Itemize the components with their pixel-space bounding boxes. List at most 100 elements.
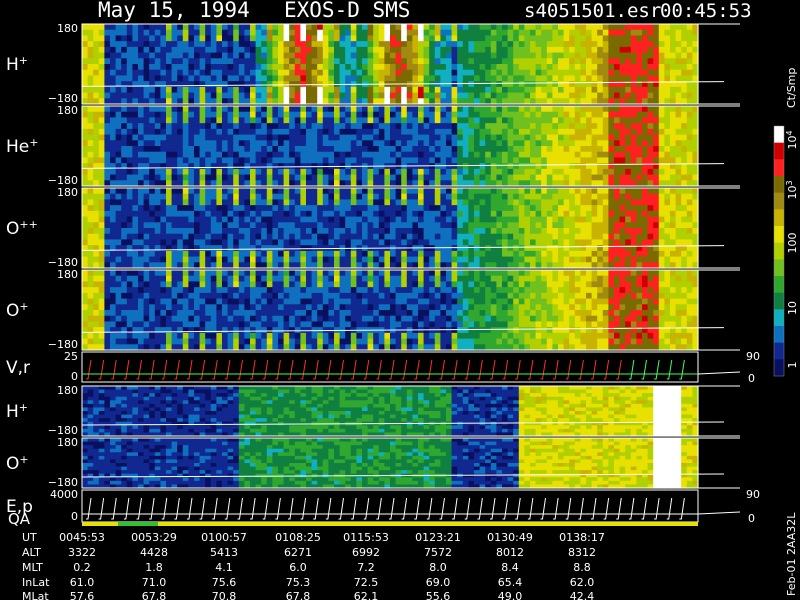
footer-row-label: MLT xyxy=(22,561,43,574)
colorbar-segment xyxy=(774,209,784,227)
colorbar-segment xyxy=(774,176,784,194)
footer-cell: 0100:57 xyxy=(201,531,247,544)
panel-4 xyxy=(81,269,740,351)
panel-label-4: O+ xyxy=(6,300,29,322)
footer-cell: 0.2 xyxy=(73,561,91,574)
footer-row-label: InLat xyxy=(22,576,50,589)
colorbar-unit: Ct/Smp xyxy=(785,68,798,108)
colorbar-segment xyxy=(774,226,784,244)
footer-row-label: UT xyxy=(22,531,37,544)
colorbar-segment xyxy=(774,276,784,294)
footer-cell: 67.8 xyxy=(142,590,167,600)
colorbar-tick: 103 xyxy=(785,180,800,199)
panel-6 xyxy=(81,385,740,437)
panel-label-2: He+ xyxy=(6,136,38,158)
colorbar-segment xyxy=(774,342,784,360)
panel-1 xyxy=(81,23,740,105)
y-bot-8: 0 xyxy=(71,510,78,523)
footer-cell: 8.0 xyxy=(429,561,447,574)
y-top-6: 180 xyxy=(57,384,78,397)
footer-cell: 4428 xyxy=(140,546,168,559)
colorbar-tick: 104 xyxy=(785,130,800,149)
footer-cell: 8.4 xyxy=(501,561,519,574)
footer-cell: 7.2 xyxy=(357,561,375,574)
header-file: s4051501.esr xyxy=(524,0,661,22)
footer-cell: 61.0 xyxy=(70,576,95,589)
y-bot-5: 0 xyxy=(71,370,78,383)
footer-cell: 62.1 xyxy=(354,590,379,600)
header-time: 00:45:53 xyxy=(660,0,752,22)
y-top-4: 180 xyxy=(57,268,78,281)
colorbar-tick: 1 xyxy=(786,362,799,369)
footer-cell: 49.0 xyxy=(498,590,523,600)
footer-cell: 3322 xyxy=(68,546,96,559)
y-top-2: 180 xyxy=(57,104,78,117)
panel-label-7: O+ xyxy=(6,453,29,475)
footer-cell: 5413 xyxy=(210,546,238,559)
footer-row-label: ALT xyxy=(22,546,41,559)
colorbar-segment xyxy=(774,142,784,160)
y-top-8: 4000 xyxy=(50,488,78,501)
footer-cell: 0123:21 xyxy=(415,531,461,544)
footer-cell: 6992 xyxy=(352,546,380,559)
footer-cell: 62.0 xyxy=(570,576,595,589)
footer-note: Feb-01 2AA32L xyxy=(785,512,798,596)
panel-5 xyxy=(81,351,741,383)
colorbar-segment xyxy=(774,309,784,327)
footer-cell: 6.0 xyxy=(289,561,307,574)
footer-cell: 75.6 xyxy=(212,576,237,589)
colorbar-tick: 100 xyxy=(786,233,799,254)
footer-cell: 0108:25 xyxy=(275,531,321,544)
panel-3 xyxy=(81,187,740,269)
footer-cell: 69.0 xyxy=(426,576,451,589)
colorbar-segment xyxy=(774,259,784,277)
header-instrument: EXOS-D SMS xyxy=(284,0,410,22)
header-date: May 15, 1994 xyxy=(98,0,250,22)
r-top-8: 90 xyxy=(746,488,760,501)
colorbar-segment xyxy=(774,292,784,310)
y-top-3: 180 xyxy=(57,186,78,199)
r-bot-5: 0 xyxy=(748,372,755,385)
footer-cell: 6271 xyxy=(284,546,312,559)
footer-cell: 57.6 xyxy=(70,590,95,600)
footer-table: UT 0045:53 0053:29 0100:57 0108:25 0115:53 012… xyxy=(22,531,605,600)
footer-cell: 1.8 xyxy=(145,561,163,574)
qa-bar xyxy=(82,522,698,526)
footer-cell: 8012 xyxy=(496,546,524,559)
footer-cell: 65.4 xyxy=(498,576,523,589)
footer-cell: 75.3 xyxy=(286,576,311,589)
colorbar-segment xyxy=(774,242,784,260)
footer-cell: 70.8 xyxy=(212,590,237,600)
footer-cell: 8312 xyxy=(568,546,596,559)
y-top-1: 180 xyxy=(57,22,78,35)
panel-label-5: V,r xyxy=(6,358,30,378)
panel-8 xyxy=(81,489,741,523)
y-top-7: 180 xyxy=(57,436,78,449)
qa-label: QA xyxy=(8,510,31,528)
footer-cell: 67.8 xyxy=(286,590,311,600)
colorbar-segment xyxy=(774,126,784,144)
footer-cell: 0053:29 xyxy=(131,531,177,544)
panel-label-3: O++ xyxy=(6,218,38,240)
footer-cell: 55.6 xyxy=(426,590,451,600)
colorbar-segment xyxy=(774,326,784,344)
panel-2 xyxy=(81,105,740,187)
footer-cell: 42.4 xyxy=(570,590,595,600)
colorbar-segment xyxy=(774,192,784,210)
colorbar-tick: 10 xyxy=(786,301,799,315)
footer-cell: 8.8 xyxy=(573,561,591,574)
r-top-5: 90 xyxy=(746,350,760,363)
colorbar-segment xyxy=(774,159,784,177)
panels-layer xyxy=(81,23,741,526)
footer-row-label: MLat xyxy=(22,590,49,600)
footer-cell: 7572 xyxy=(424,546,452,559)
panel-label-6: H+ xyxy=(6,401,28,423)
colorbar-segment xyxy=(774,359,784,377)
panel-label-1: H+ xyxy=(6,54,28,76)
footer-cell: 0130:49 xyxy=(487,531,533,544)
panel-7 xyxy=(81,437,740,489)
spectrogram-plot: H+180−180He+180−180O++180−180O+180−180V,… xyxy=(6,0,800,600)
colorbar: 104 103 100 10 1 xyxy=(773,125,800,377)
footer-cell: 72.5 xyxy=(354,576,379,589)
footer-cell: 0115:53 xyxy=(343,531,389,544)
